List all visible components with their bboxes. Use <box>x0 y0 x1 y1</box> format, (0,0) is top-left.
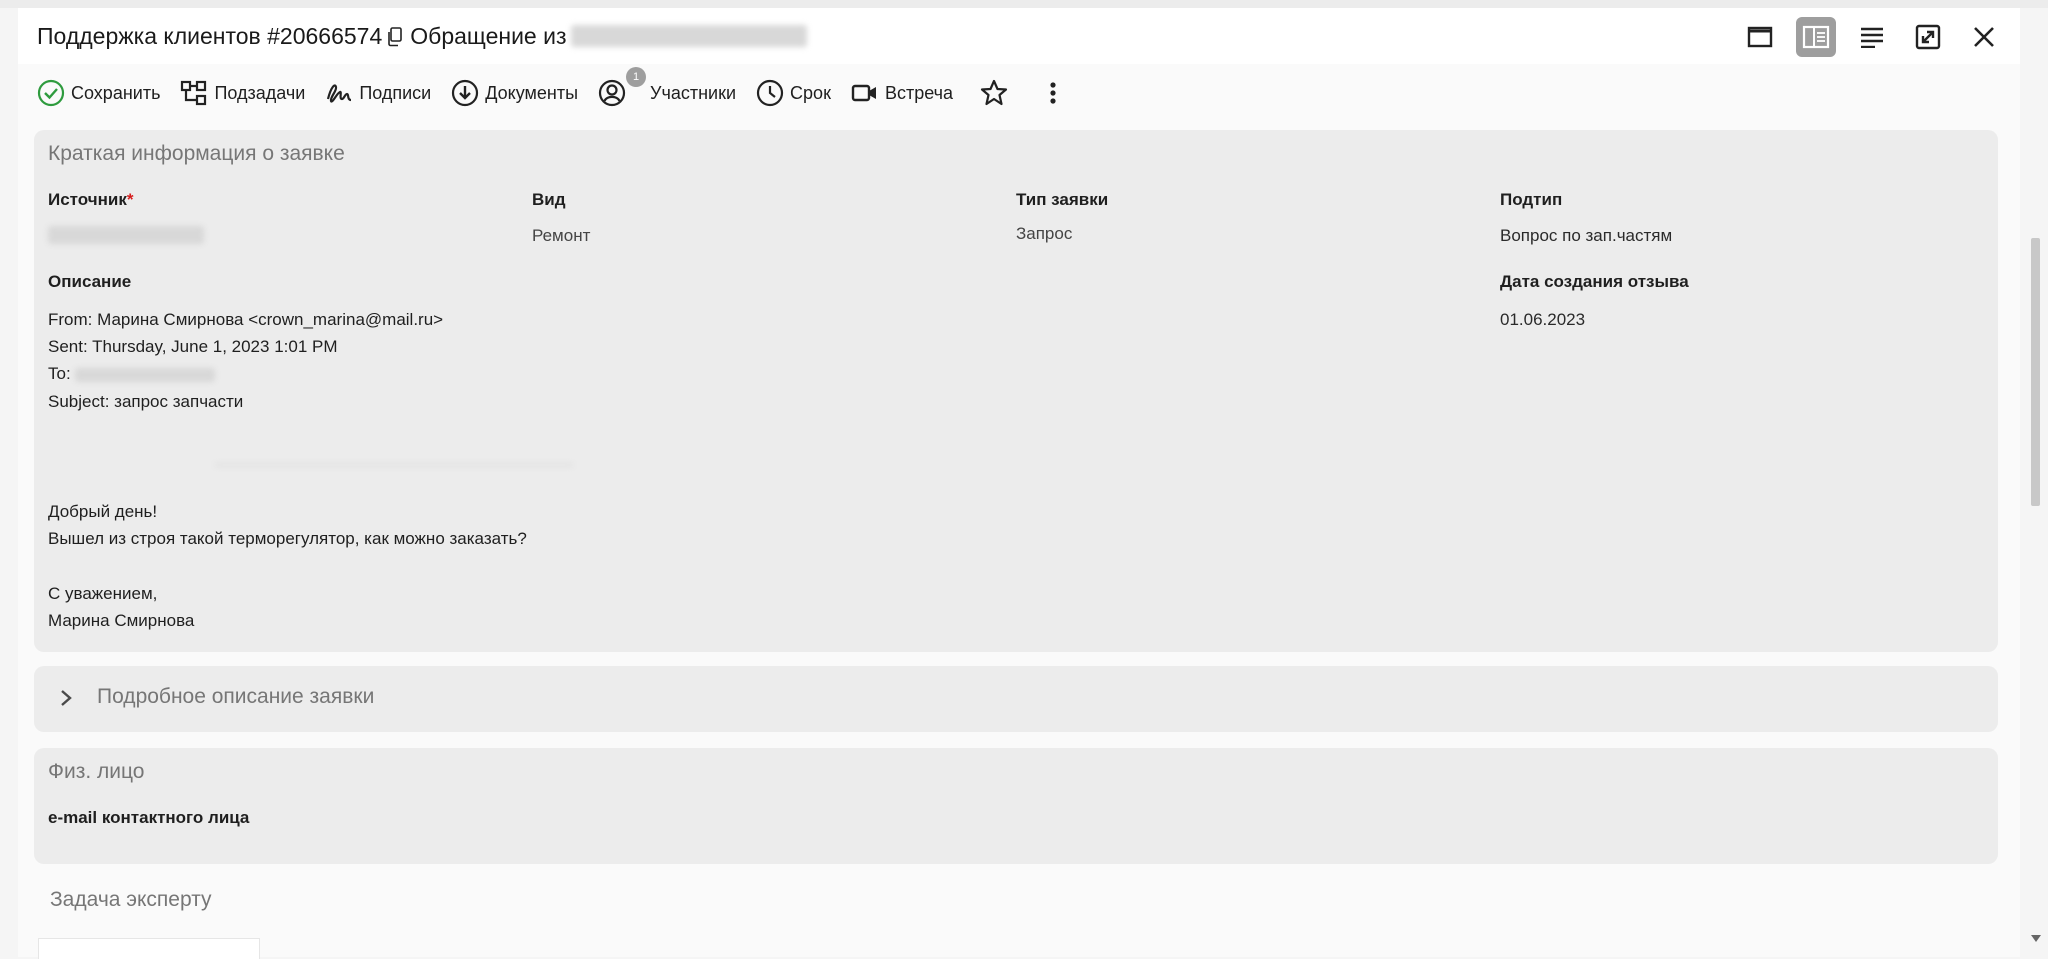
form-scroll-area[interactable]: Краткая информация о заявке Источник* Ви… <box>18 130 2020 959</box>
expand-icon[interactable] <box>1908 17 1948 57</box>
redacted-source <box>570 25 807 47</box>
expert-task-title: Задача эксперту <box>50 888 212 911</box>
email-body-line: Вышел из строя такой терморегулятор, как… <box>48 529 527 548</box>
details-card[interactable]: Подробное описание заявки <box>34 666 1998 732</box>
created-date-label: Дата создания отзыва <box>1500 272 1689 291</box>
participants-label: Участники <box>650 82 737 103</box>
text-view-icon[interactable] <box>1852 17 1892 57</box>
ticket-title: Поддержка клиентов #20666574 <box>37 22 383 49</box>
ticket-subtitle: Обращение из <box>410 22 567 49</box>
chevron-right-icon[interactable] <box>56 688 76 708</box>
check-circle-icon <box>37 79 65 107</box>
window-title: Поддержка клиентов #20666574 Обращение и… <box>37 21 807 51</box>
meeting-label: Встреча <box>884 82 954 103</box>
source-label-text: Источник <box>48 190 127 209</box>
clock-icon <box>756 79 784 107</box>
documents-label: Документы <box>485 82 579 103</box>
close-icon[interactable] <box>1964 17 2004 57</box>
star-icon <box>980 79 1008 106</box>
source-value-redacted[interactable] <box>48 226 204 244</box>
signatures-button[interactable]: Подписи <box>325 79 431 107</box>
title-bar: Поддержка клиентов #20666574 Обращение и… <box>18 8 2020 64</box>
email-to-redacted <box>75 367 216 382</box>
save-label: Сохранить <box>71 82 161 103</box>
expert-task-field[interactable] <box>38 938 260 959</box>
email-subject-line: Subject: запрос запчасти <box>48 392 244 411</box>
type-value[interactable]: Запрос <box>1016 224 1072 244</box>
email-to-line: To: <box>48 364 216 384</box>
required-mark: * <box>126 190 134 209</box>
email-signature-line: Марина Смирнова <box>48 611 195 630</box>
source-label: Источник* <box>48 190 133 210</box>
deadline-button[interactable]: Срок <box>756 79 831 107</box>
save-button[interactable]: Сохранить <box>37 79 160 107</box>
description-label: Описание <box>48 272 132 291</box>
scroll-down-arrow-icon[interactable] <box>2031 935 2041 943</box>
kind-value[interactable]: Ремонт <box>532 226 590 246</box>
kind-label: Вид <box>532 190 566 209</box>
single-view-button[interactable] <box>1740 17 1780 57</box>
email-from-line: From: Марина Смирнова <crown_marina@mail… <box>48 310 444 329</box>
more-menu-button[interactable] <box>1047 79 1065 107</box>
subtasks-button[interactable]: Подзадачи <box>180 79 305 107</box>
ticket-window: Поддержка клиентов #20666574 Обращение и… <box>18 8 2020 959</box>
window-controls <box>1740 17 2020 57</box>
subtype-label: Подтип <box>1500 190 1563 209</box>
documents-button[interactable]: Документы <box>451 79 578 107</box>
email-regards-line: С уважением, <box>48 584 158 603</box>
vertical-scrollbar[interactable] <box>2028 120 2042 949</box>
signature-icon <box>327 84 352 103</box>
email-to-label: To: <box>48 364 71 383</box>
scroll-thumb[interactable] <box>2031 238 2040 506</box>
meeting-button[interactable]: Встреча <box>851 79 953 107</box>
subtype-value[interactable]: Вопрос по зап.частям <box>1500 226 1672 246</box>
signatures-label: Подписи <box>359 82 432 103</box>
copy-icon[interactable] <box>386 26 404 47</box>
created-date-value: 01.06.2023 <box>1500 310 1586 329</box>
favorite-button[interactable] <box>979 78 1015 108</box>
summary-title: Краткая информация о заявке <box>48 142 345 165</box>
top-strip <box>0 0 2048 8</box>
download-circle-icon <box>452 79 479 107</box>
user-circle-icon <box>598 79 626 107</box>
video-camera-icon <box>851 84 876 102</box>
subtasks-label: Подзадачи <box>214 82 306 103</box>
more-vertical-icon <box>1050 82 1056 104</box>
email-greeting-line: Добрый день! <box>48 502 158 521</box>
participants-count-badge: 1 <box>626 67 647 87</box>
details-title[interactable]: Подробное описание заявки <box>97 685 374 709</box>
deadline-label: Срок <box>790 82 831 103</box>
action-toolbar: Сохранить Подзадачи Подписи Документы 1 … <box>18 66 2008 120</box>
email-sent-line: Sent: Thursday, June 1, 2023 1:01 PM <box>48 337 338 356</box>
participants-button[interactable]: 1 Участники <box>598 67 737 107</box>
type-label: Тип заявки <box>1016 190 1109 209</box>
subtasks-icon <box>181 80 207 106</box>
person-title: Физ. лицо <box>48 760 145 783</box>
summary-card: Краткая информация о заявке Источник* Ви… <box>34 130 1998 652</box>
person-card: Физ. лицо e-mail контактного лица <box>34 748 1998 864</box>
email-contact-label: e-mail контактного лица <box>48 808 250 827</box>
split-view-button[interactable] <box>1796 17 1836 57</box>
email-body-redacted <box>214 462 574 468</box>
